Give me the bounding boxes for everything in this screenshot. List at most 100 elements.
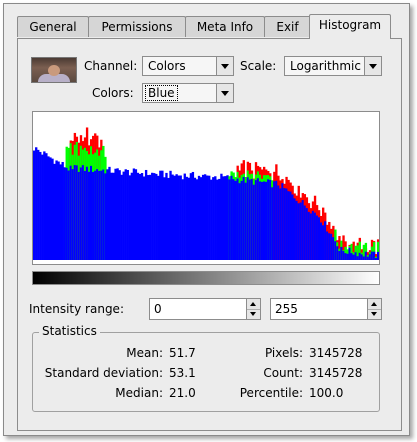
histogram-bar-blue [81, 165, 85, 260]
histogram-bar-blue [271, 187, 274, 260]
colors-select[interactable]: Blue [142, 83, 234, 103]
histogram-bar-blue [336, 246, 339, 260]
intensity-min-value: 0 [154, 302, 162, 316]
properties-dialog: General Permissions Meta Info Exif Histo… [3, 3, 410, 436]
histogram-bar-blue [230, 175, 233, 260]
histogram-bar-blue [61, 162, 64, 260]
spin-down-icon[interactable] [368, 309, 381, 319]
tab-general-label: General [29, 20, 77, 34]
histogram-bar-blue [254, 180, 258, 260]
histogram-bar-blue [132, 168, 136, 260]
histogram-bar-blue [374, 258, 378, 260]
histogram-bar-blue [177, 175, 180, 260]
tab-histogram[interactable]: Histogram [309, 14, 391, 39]
intensity-gradient-bar [32, 271, 380, 285]
histogram-bar-blue [153, 173, 156, 260]
histogram-bar-blue [273, 181, 276, 260]
histogram-bar-blue [94, 170, 97, 260]
histogram-bar-blue [319, 222, 323, 260]
histogram-bar-blue [289, 191, 292, 260]
histogram-bar-blue [356, 256, 359, 260]
median-label: Median: [115, 386, 163, 400]
colors-label: Colors: [92, 86, 134, 100]
histogram-bar-blue [334, 241, 337, 260]
histogram-bar-blue [108, 166, 111, 260]
intensity-min-spinbox[interactable]: 0 [149, 298, 261, 320]
spin-down-icon[interactable] [247, 309, 260, 319]
histogram-bar-blue [236, 178, 239, 260]
histogram-bar-blue [224, 176, 227, 260]
histogram-bar-blue [187, 177, 191, 260]
histogram-bar-blue [47, 156, 50, 260]
histogram-bar-blue [69, 165, 72, 260]
histogram-bar-blue [340, 246, 343, 260]
histogram-bar-blue [181, 179, 184, 260]
percentile-value: 100.0 [309, 386, 344, 400]
histogram-bar-blue [279, 188, 282, 260]
histogram-bar-blue [293, 198, 296, 260]
percentile-label: Percentile: [239, 386, 303, 400]
histogram-bar-blue [37, 149, 40, 260]
histogram-bar-blue [307, 211, 311, 260]
histogram-bar-blue [134, 169, 138, 260]
histogram-plot [33, 127, 380, 260]
histogram-bar-blue [299, 202, 302, 260]
tab-meta-info[interactable]: Meta Info [185, 16, 265, 37]
histogram-bar-blue [112, 172, 115, 260]
histogram-bar-blue [136, 172, 140, 260]
channel-select[interactable]: Colors [142, 56, 234, 76]
histogram-bar-blue [199, 177, 203, 260]
histogram-bar-blue [285, 188, 288, 260]
histogram-bar-blue [138, 173, 142, 260]
histogram-bar-blue [71, 169, 75, 260]
histogram-bar-blue [203, 174, 207, 260]
histogram-bar-blue [291, 194, 294, 260]
histogram-bar-blue [79, 167, 83, 260]
statistics-group: Statistics Mean: 51.7 Standard deviation… [32, 324, 380, 412]
histogram-bar-blue [338, 250, 341, 260]
histogram-bar-blue [33, 150, 36, 260]
histogram-bar-blue [265, 181, 268, 260]
histogram-bar-blue [330, 233, 333, 260]
histogram-bar-blue [354, 252, 357, 260]
histogram-bar-blue [238, 183, 241, 260]
count-label: Count: [263, 366, 303, 380]
histogram-bar-blue [244, 182, 248, 260]
channel-label: Channel: [84, 59, 138, 73]
histogram-bar-blue [297, 203, 300, 260]
histogram-bar-blue [315, 215, 319, 260]
tab-general[interactable]: General [17, 16, 89, 37]
histogram-bar-blue [130, 172, 134, 260]
histogram-bar-blue [63, 167, 66, 260]
histogram-bar-blue [89, 165, 93, 260]
histogram-bar-blue [41, 154, 44, 260]
histogram-bar-blue [169, 170, 172, 260]
histogram-bar-blue [189, 173, 193, 260]
intensity-max-spinbox[interactable]: 255 [270, 298, 382, 320]
histogram-bar-blue [67, 170, 70, 260]
pixels-value: 3145728 [309, 346, 363, 360]
histogram-bar-blue [179, 175, 182, 260]
histogram-bar-blue [350, 253, 353, 260]
channel-select-value: Colors [148, 59, 186, 73]
scale-select[interactable]: Logarithmic [284, 56, 382, 76]
histogram-bar-blue [59, 164, 62, 260]
colors-select-value: Blue [145, 85, 178, 101]
histogram-bar-blue [240, 180, 243, 260]
tab-permissions[interactable]: Permissions [88, 16, 186, 37]
histogram-bar-blue [49, 157, 52, 260]
histogram-bar-blue [275, 180, 278, 260]
histogram-bar-blue [346, 253, 349, 260]
histogram-bar-blue [295, 200, 298, 260]
histogram-bar-blue [51, 158, 54, 260]
pixels-label: Pixels: [264, 346, 303, 360]
histogram-bar-blue [77, 171, 81, 260]
histogram-bar-blue [85, 166, 89, 260]
histogram-bar-blue [163, 177, 166, 260]
histogram-bar-blue [102, 169, 105, 260]
intensity-max-buttons [367, 299, 381, 319]
tab-exif[interactable]: Exif [264, 16, 311, 37]
histogram-bar-blue [191, 171, 195, 260]
histogram-bar-blue [360, 254, 364, 260]
histogram-bar-blue [260, 181, 264, 260]
